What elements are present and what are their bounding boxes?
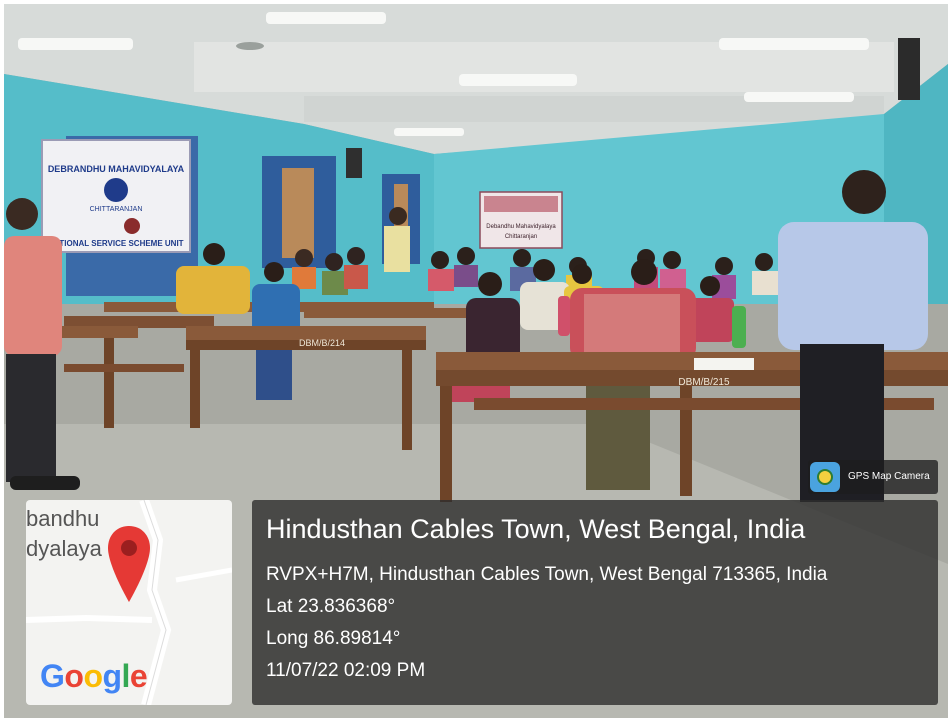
standing-person <box>384 226 410 272</box>
banner-text: CHITTARANJAN <box>90 206 143 213</box>
ceiling-light <box>459 74 577 86</box>
gps-camera-icon <box>810 462 840 492</box>
speaker <box>346 148 362 178</box>
speaker <box>898 38 920 100</box>
map-thumbnail[interactable]: bandhu dyalaya Google <box>26 500 232 705</box>
google-logo-letter: o <box>64 658 84 694</box>
ceiling-light <box>18 38 133 50</box>
desk-label: DBM/B/214 <box>299 338 345 348</box>
water-bottle <box>558 296 570 336</box>
gps-map-camera-badge: GPS Map Camera <box>808 460 938 494</box>
google-logo-letter: g <box>102 658 122 694</box>
google-logo: Google <box>40 658 148 695</box>
water-bottle <box>732 306 746 348</box>
latitude: Lat 23.836368° <box>266 596 396 617</box>
map-place-label: dyalaya <box>26 536 102 561</box>
location-title: Hindusthan Cables Town, West Bengal, Ind… <box>266 514 806 544</box>
banner-text: DEBRANDHU MAHAVIDYALAYA <box>48 164 185 174</box>
longitude: Long 86.89814° <box>266 628 401 649</box>
ceiling-fan <box>236 42 264 50</box>
banner-text: NATIONAL SERVICE SCHEME UNIT <box>48 239 183 248</box>
ceiling-light <box>719 38 869 50</box>
nss-logo-icon <box>124 218 140 234</box>
google-logo-letter: l <box>121 658 131 694</box>
location-info-panel: Hindusthan Cables Town, West Bengal, Ind… <box>252 500 938 705</box>
banner-text: Debandhu Mahavidyalaya <box>486 224 556 230</box>
map-place-label: bandhu <box>26 506 100 531</box>
ceiling-light <box>744 92 854 102</box>
location-address: RVPX+H7M, Hindusthan Cables Town, West B… <box>266 564 828 585</box>
desk-label: DBM/B/215 <box>678 377 730 388</box>
google-logo-letter: o <box>83 658 103 694</box>
google-logo-letter: G <box>40 658 65 694</box>
desk <box>304 308 474 318</box>
timestamp: 11/07/22 02:09 PM <box>266 660 426 681</box>
paper-stack <box>694 358 754 370</box>
window <box>282 168 314 258</box>
ceiling-light <box>394 128 464 136</box>
desk <box>60 326 138 338</box>
map-pin-icon <box>108 526 150 602</box>
google-logo-letter: e <box>129 658 148 694</box>
banner-text: Chittaranjan <box>505 234 537 240</box>
emblem-icon <box>104 178 128 202</box>
ceiling-light <box>266 12 386 24</box>
gps-badge-label: GPS Map Camera <box>848 471 930 482</box>
